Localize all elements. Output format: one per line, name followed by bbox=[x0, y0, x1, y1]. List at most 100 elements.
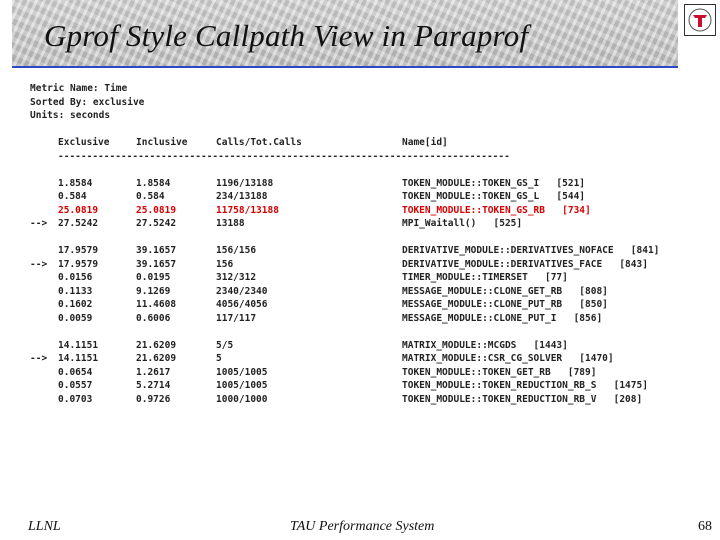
inclusive-cell: 0.0195 bbox=[136, 272, 171, 283]
exclusive-cell: 17.9579 bbox=[58, 245, 99, 256]
exclusive-cell: 0.0654 bbox=[58, 366, 93, 378]
inclusive-cell: 0.584 bbox=[136, 191, 165, 202]
inclusive-cell: 21.6209 bbox=[136, 339, 177, 351]
units-line: Units: seconds bbox=[30, 110, 111, 121]
callpath-groups: 1.8584 1.8584 1196/13188 TOKEN_MODULE::TOKE… bbox=[30, 163, 680, 406]
calls-cell: 234/13188 bbox=[216, 191, 268, 202]
table-row[interactable]: 25.0819 25.0819 11758/13188 TOKEN_MODULE::T… bbox=[30, 204, 680, 218]
name-cell: MATRIX_MODULE::CSR_CG_SOLVER [1470] bbox=[402, 353, 614, 364]
calls-cell: 156 bbox=[216, 258, 234, 270]
calls-cell: 312/312 bbox=[216, 272, 257, 283]
sorted-by-line: Sorted By: exclusive bbox=[30, 96, 145, 108]
name-cell: MESSAGE_MODULE::CLONE_GET_RB [808] bbox=[402, 285, 608, 297]
callpath-group: 17.9579 39.1657 156/156 DERIVATIVE_MODULE::… bbox=[30, 244, 680, 325]
calls-cell: 1005/1005 bbox=[216, 366, 268, 378]
table-row[interactable]: 1.8584 1.8584 1196/13188 TOKEN_MODULE::TOKE… bbox=[30, 177, 680, 191]
title-divider bbox=[12, 66, 678, 68]
inclusive-cell: 11.4608 bbox=[136, 299, 177, 310]
name-cell: MESSAGE_MODULE::CLONE_PUT_RB [850] bbox=[402, 299, 608, 310]
name-cell: TOKEN_MODULE::TOKEN_REDUCTION_RB_S [1475… bbox=[402, 380, 648, 391]
inclusive-cell: 9.1269 bbox=[136, 285, 171, 297]
inclusive-cell: 0.6006 bbox=[136, 312, 171, 324]
callpath-report: Metric Name: Time Sorted By: exclusive U… bbox=[30, 82, 680, 482]
calls-cell: 5 bbox=[216, 353, 222, 364]
name-cell: TIMER_MODULE::TIMERSET [77] bbox=[402, 272, 568, 283]
metric-name-line: Metric Name: Time bbox=[30, 83, 128, 94]
name-cell: TOKEN_MODULE::TOKEN_GS_L [544] bbox=[402, 191, 586, 202]
name-cell: TOKEN_MODULE::TOKEN_GET_RB [789] bbox=[402, 366, 597, 378]
name-cell: TOKEN_MODULE::TOKEN_REDUCTION_RB_V [208] bbox=[402, 393, 643, 405]
exclusive-cell: 0.0156 bbox=[58, 272, 93, 283]
column-header-row: Exclusive Inclusive Calls/Tot.Calls Name… bbox=[30, 136, 680, 150]
header-exclusive: Exclusive bbox=[58, 137, 110, 148]
table-row[interactable]: 0.0703 0.9726 1000/1000 TOKEN_MODULE::TOKEN… bbox=[30, 393, 680, 407]
logo-icon bbox=[684, 4, 716, 36]
exclusive-cell: 0.1602 bbox=[58, 299, 93, 310]
calls-cell: 4056/4056 bbox=[216, 299, 268, 310]
focus-row[interactable]: --> 14.1151 21.6209 5 MATRIX_MODULE::CSR_CG_… bbox=[30, 352, 680, 366]
table-row[interactable]: 0.1133 9.1269 2340/2340 MESSAGE_MODULE::CLO… bbox=[30, 285, 680, 299]
table-row[interactable]: 0.0059 0.6006 117/117 MESSAGE_MODULE::CLONE… bbox=[30, 312, 680, 326]
table-row[interactable]: 0.584 0.584 234/13188 TOKEN_MODULE::TOKEN_G… bbox=[30, 190, 680, 204]
exclusive-cell: 1.8584 bbox=[58, 177, 93, 189]
calls-cell: 13188 bbox=[216, 218, 245, 229]
table-row[interactable]: 17.9579 39.1657 156/156 DERIVATIVE_MODULE::… bbox=[30, 244, 680, 258]
focus-row[interactable]: --> 17.9579 39.1657 156 DERIVATIVE_MODULE::D… bbox=[30, 258, 680, 272]
table-row[interactable]: 14.1151 21.6209 5/5 MATRIX_MODULE::MCGDS [1… bbox=[30, 339, 680, 353]
exclusive-cell: 0.0703 bbox=[58, 393, 93, 405]
exclusive-cell: 27.5242 bbox=[58, 218, 99, 229]
table-row[interactable]: 0.0156 0.0195 312/312 TIMER_MODULE::TIMERSE… bbox=[30, 271, 680, 285]
inclusive-cell: 0.9726 bbox=[136, 393, 171, 405]
calls-cell: 1000/1000 bbox=[216, 393, 268, 405]
title-banner: Gprof Style Callpath View in Paraprof bbox=[12, 0, 678, 66]
table-row[interactable]: 0.1602 11.4608 4056/4056 MESSAGE_MODULE::CL… bbox=[30, 298, 680, 312]
name-cell: TOKEN_MODULE::TOKEN_GS_I [521] bbox=[402, 177, 586, 189]
name-cell: TOKEN_MODULE::TOKEN_GS_RB [734] bbox=[402, 204, 591, 216]
name-cell: DERIVATIVE_MODULE::DERIVATIVES_FACE [843… bbox=[402, 258, 648, 270]
inclusive-cell: 5.2714 bbox=[136, 380, 171, 391]
exclusive-cell: 17.9579 bbox=[58, 258, 99, 270]
inclusive-cell: 1.2617 bbox=[136, 366, 171, 378]
exclusive-cell: 0.584 bbox=[58, 191, 87, 202]
table-row[interactable]: 0.0654 1.2617 1005/1005 TOKEN_MODULE::TOKEN… bbox=[30, 366, 680, 380]
calls-cell: 156/156 bbox=[216, 245, 257, 256]
slide-title: Gprof Style Callpath View in Paraprof bbox=[44, 18, 529, 53]
callpath-group: 14.1151 21.6209 5/5 MATRIX_MODULE::MCGDS [1… bbox=[30, 339, 680, 407]
header-name: Name[id] bbox=[402, 137, 448, 148]
calls-cell: 2340/2340 bbox=[216, 285, 268, 297]
calls-cell: 1005/1005 bbox=[216, 380, 268, 391]
callpath-group: 1.8584 1.8584 1196/13188 TOKEN_MODULE::TOKE… bbox=[30, 177, 680, 231]
arrow-marker: --> bbox=[30, 258, 48, 270]
inclusive-cell: 1.8584 bbox=[136, 177, 171, 189]
footer-title: TAU Performance System bbox=[290, 519, 435, 534]
header-divider: ----------------------------------------… bbox=[58, 150, 510, 162]
header-inclusive: Inclusive bbox=[136, 137, 188, 148]
focus-row[interactable]: --> 27.5242 27.5242 13188 MPI_Waitall() [525… bbox=[30, 217, 680, 231]
calls-cell: 5/5 bbox=[216, 339, 234, 351]
table-row[interactable]: 0.0557 5.2714 1005/1005 TOKEN_MODULE::TOKEN… bbox=[30, 379, 680, 393]
footer-org: LLNL bbox=[28, 519, 61, 534]
calls-cell: 117/117 bbox=[216, 312, 257, 324]
name-cell: MATRIX_MODULE::MCGDS [1443] bbox=[402, 339, 568, 351]
inclusive-cell: 27.5242 bbox=[136, 218, 177, 229]
name-cell: DERIVATIVE_MODULE::DERIVATIVES_NOFACE [8… bbox=[402, 245, 660, 256]
inclusive-cell: 39.1657 bbox=[136, 245, 177, 256]
calls-cell: 1196/13188 bbox=[216, 177, 274, 189]
exclusive-cell: 14.1151 bbox=[58, 339, 99, 351]
exclusive-cell: 0.0557 bbox=[58, 380, 93, 391]
page-number: 68 bbox=[698, 519, 712, 534]
exclusive-cell: 0.0059 bbox=[58, 312, 93, 324]
report-meta: Metric Name: Time Sorted By: exclusive U… bbox=[30, 82, 680, 123]
inclusive-cell: 25.0819 bbox=[136, 204, 177, 216]
arrow-marker: --> bbox=[30, 218, 48, 229]
inclusive-cell: 21.6209 bbox=[136, 353, 177, 364]
inclusive-cell: 39.1657 bbox=[136, 258, 177, 270]
exclusive-cell: 25.0819 bbox=[58, 204, 99, 216]
name-cell: MPI_Waitall() [525] bbox=[402, 218, 523, 229]
calls-cell: 11758/13188 bbox=[216, 204, 279, 216]
header-calls: Calls/Tot.Calls bbox=[216, 137, 302, 148]
exclusive-cell: 0.1133 bbox=[58, 285, 93, 297]
